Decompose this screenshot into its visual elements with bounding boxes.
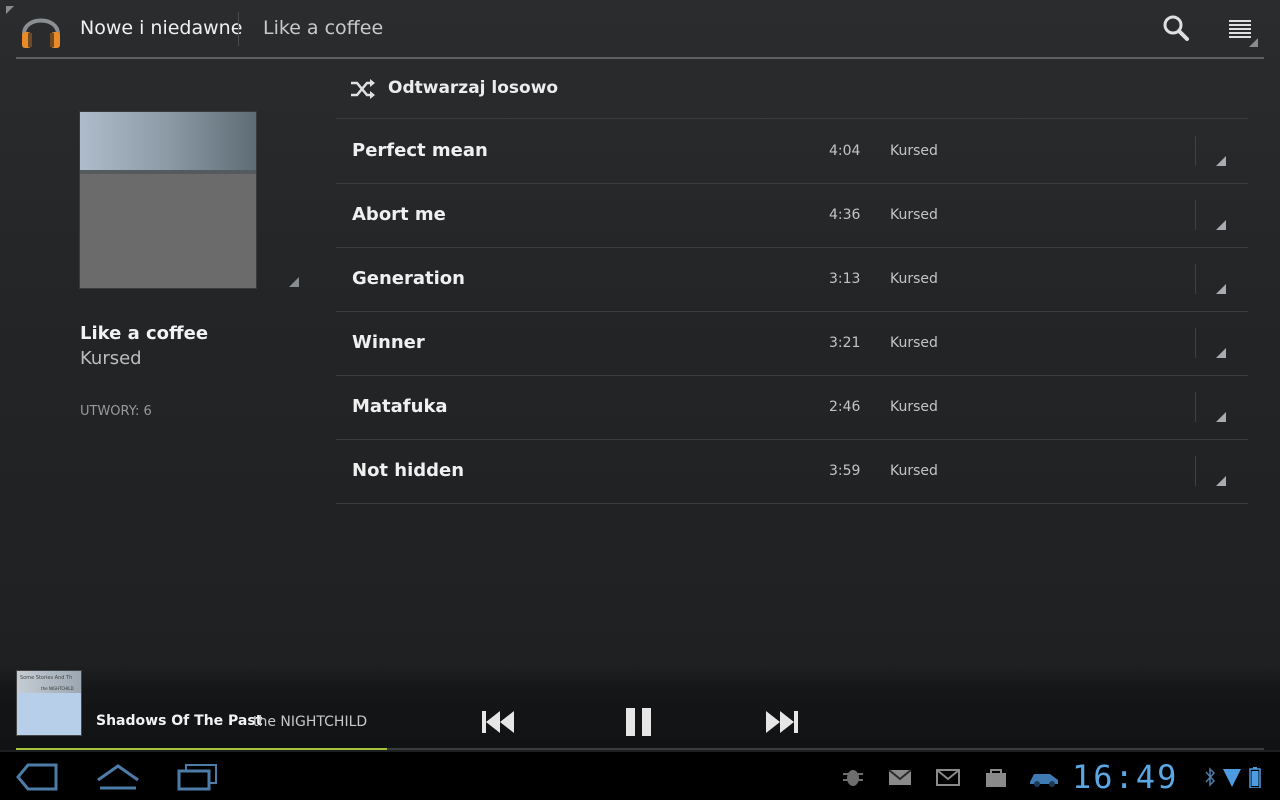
track-divider — [1195, 200, 1196, 230]
shuffle-label: Odtwarzaj losowo — [388, 78, 559, 98]
wifi-icon[interactable] — [1222, 766, 1242, 788]
track-title: Perfect mean — [352, 140, 488, 161]
track-title: Winner — [352, 332, 425, 353]
track-count: UTWORY: 6 — [80, 404, 152, 419]
track-title: Generation — [352, 268, 465, 289]
previous-icon[interactable] — [478, 706, 518, 738]
corner-indicator — [6, 6, 14, 14]
recent-apps-icon[interactable] — [174, 762, 222, 792]
track-duration: 4:36 — [829, 207, 861, 223]
album-art[interactable] — [80, 112, 256, 288]
album-art-text: Some Stories And Th — [20, 675, 73, 681]
track-divider — [1195, 136, 1196, 166]
track-row[interactable]: Winner 3:21 Kursed — [336, 312, 1248, 376]
track-context-menu-icon[interactable] — [1216, 284, 1226, 294]
now-playing-bar: Some Stories And Th the NIGHTCHILD Shado… — [0, 664, 1280, 750]
now-playing-title[interactable]: Shadows Of The Past — [96, 713, 262, 729]
track-title: Abort me — [352, 204, 446, 225]
home-icon[interactable] — [94, 762, 142, 792]
playback-progress-fill — [16, 748, 387, 750]
email-icon[interactable] — [887, 766, 913, 788]
now-playing-album-art[interactable]: Some Stories And Th the NIGHTCHILD — [16, 670, 82, 736]
track-title: Not hidden — [352, 460, 465, 481]
next-icon[interactable] — [762, 706, 802, 738]
track-artist: Kursed — [890, 463, 938, 479]
pause-icon[interactable] — [620, 706, 660, 738]
playback-progress[interactable] — [16, 748, 1264, 750]
track-duration: 4:04 — [829, 143, 861, 159]
album-art-top — [80, 112, 256, 170]
track-artist: Kursed — [890, 335, 938, 351]
track-row[interactable]: Generation 3:13 Kursed — [336, 248, 1248, 312]
track-divider — [1195, 456, 1196, 486]
album-title: Like a coffee — [80, 323, 209, 344]
track-context-menu-icon[interactable] — [1216, 348, 1226, 358]
track-row[interactable]: Abort me 4:36 Kursed — [336, 184, 1248, 248]
track-divider — [1195, 392, 1196, 422]
track-duration: 3:13 — [829, 271, 861, 287]
album-menu-indicator[interactable] — [289, 277, 299, 287]
track-context-menu-icon[interactable] — [1216, 156, 1226, 166]
track-artist: Kursed — [890, 143, 938, 159]
track-duration: 3:59 — [829, 463, 861, 479]
shuffle-button[interactable]: Odtwarzaj losowo — [336, 62, 1248, 119]
battery-icon[interactable] — [1248, 766, 1262, 788]
car-icon[interactable] — [1028, 766, 1060, 788]
track-divider — [1195, 328, 1196, 358]
track-row[interactable]: Perfect mean 4:04 Kursed — [336, 120, 1248, 184]
gmail-icon[interactable] — [935, 766, 961, 788]
shuffle-icon — [351, 79, 375, 99]
album-art-band — [80, 170, 256, 174]
headphones-icon[interactable] — [18, 6, 64, 52]
track-duration: 3:21 — [829, 335, 861, 351]
action-bar-divider — [16, 57, 1264, 59]
track-artist: Kursed — [890, 207, 938, 223]
debug-icon[interactable] — [840, 766, 866, 788]
album-art-subtext: the NIGHTCHILD — [41, 686, 74, 691]
track-artist: Kursed — [890, 271, 938, 287]
track-context-menu-icon[interactable] — [1216, 476, 1226, 486]
search-icon[interactable] — [1160, 12, 1192, 44]
now-playing-artist: the NIGHTCHILD — [253, 714, 368, 730]
breadcrumb-album: Like a coffee — [263, 17, 384, 39]
track-duration: 2:46 — [829, 399, 861, 415]
action-bar: Nowe i niedawne Like a coffee — [0, 0, 1280, 59]
row-divider — [336, 118, 1248, 119]
overflow-indicator — [1249, 38, 1258, 47]
system-bar: 16:49 — [0, 752, 1280, 800]
title-divider — [238, 12, 239, 46]
track-context-menu-icon[interactable] — [1216, 220, 1226, 230]
market-icon[interactable] — [983, 766, 1009, 788]
track-title: Matafuka — [352, 396, 448, 417]
track-artist: Kursed — [890, 399, 938, 415]
page-title[interactable]: Nowe i niedawne — [80, 17, 242, 39]
track-list: Perfect mean 4:04 Kursed Abort me 4:36 K… — [336, 120, 1248, 504]
album-artist: Kursed — [80, 348, 142, 369]
track-context-menu-icon[interactable] — [1216, 412, 1226, 422]
track-row[interactable]: Matafuka 2:46 Kursed — [336, 376, 1248, 440]
clock[interactable]: 16:49 — [1072, 758, 1178, 796]
music-app: Nowe i niedawne Like a coffee Like a cof… — [0, 0, 1280, 750]
track-row[interactable]: Not hidden 3:59 Kursed — [336, 440, 1248, 504]
back-icon[interactable] — [14, 762, 62, 792]
track-divider — [1195, 264, 1196, 294]
bluetooth-icon[interactable] — [1203, 766, 1217, 788]
